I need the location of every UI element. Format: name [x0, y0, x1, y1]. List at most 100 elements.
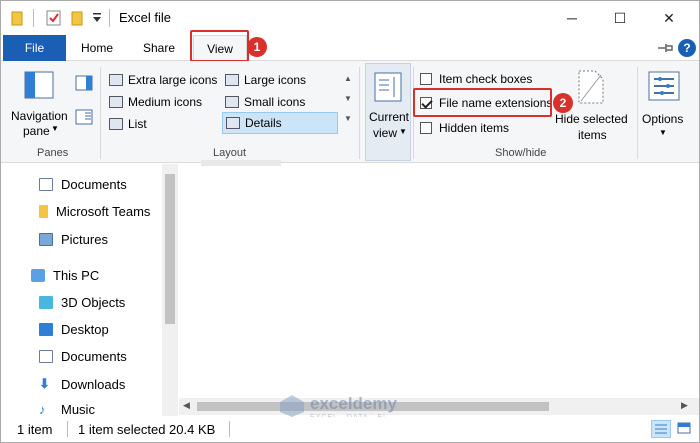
step-badge-2: 2	[553, 93, 573, 113]
hide-selected-label: Hide selected	[555, 112, 628, 126]
details-pane-icon[interactable]	[75, 109, 93, 128]
options-button[interactable]: Options ▼	[641, 65, 687, 145]
extra-large-icons-icon	[109, 74, 123, 86]
layout-item-label: Large icons	[244, 73, 307, 87]
layout-item-label: Extra large icons	[128, 73, 218, 87]
hidden-items-checkbox[interactable]	[420, 122, 432, 134]
group-separator	[100, 67, 101, 159]
nav-item-label: 3D Objects	[61, 295, 126, 310]
group-separator	[359, 67, 360, 159]
ribbon: Navigation pane ▼ Panes Extra large icon…	[1, 61, 699, 163]
layout-scroll[interactable]: ▲ ▼ ▼	[341, 69, 355, 135]
hidden-items-label: Hidden items	[439, 121, 510, 135]
new-folder-icon[interactable]	[71, 10, 83, 29]
properties-icon[interactable]	[46, 10, 62, 29]
nav-scrollbar[interactable]	[162, 164, 178, 416]
folder-icon	[11, 10, 23, 29]
title-bar: Excel file ─ ☐ ✕	[1, 1, 699, 35]
horizontal-scrollbar[interactable]: ◀ ▶	[179, 398, 699, 415]
group-label-layout: Layout	[213, 147, 247, 159]
nav-item-3d-objects[interactable]: 3D Objects	[39, 295, 125, 310]
close-button[interactable]: ✕	[646, 1, 692, 35]
nav-item-label: Music	[61, 402, 95, 417]
tab-home[interactable]: Home	[71, 35, 123, 61]
hide-selected-items-icon	[577, 69, 605, 108]
layout-large-icons[interactable]: Large icons	[225, 73, 306, 87]
chevron-down-icon: ▼	[399, 127, 407, 136]
item-check-boxes-toggle[interactable]: Item check boxes	[420, 72, 532, 86]
nav-item-label: Documents	[61, 177, 127, 192]
help-icon[interactable]: ?	[678, 39, 696, 57]
nav-item-label: Pictures	[61, 232, 108, 247]
maximize-button[interactable]: ☐	[597, 1, 643, 35]
pin-ribbon-icon[interactable]	[656, 41, 674, 58]
nav-item-documents-pc[interactable]: Documents	[39, 349, 127, 364]
hidden-items-toggle[interactable]: Hidden items	[420, 121, 509, 135]
documents-icon	[39, 178, 53, 191]
tab-share[interactable]: Share	[131, 35, 187, 61]
options-label: Options	[642, 112, 684, 126]
current-view-button[interactable]: Current view ▼	[365, 63, 411, 161]
chevron-down-icon: ▼	[51, 124, 59, 133]
scroll-right-icon[interactable]: ▶	[681, 400, 688, 411]
small-icons-icon	[225, 96, 239, 108]
status-selection: 1 item selected 20.4 KB	[78, 422, 216, 437]
chevron-up-icon[interactable]: ▲	[341, 69, 355, 89]
group-label-panes: Panes	[37, 147, 69, 159]
scroll-left-icon[interactable]: ◀	[183, 400, 190, 411]
item-check-boxes-label: Item check boxes	[439, 72, 533, 86]
ribbon-tabs: File Home Share View ?	[1, 35, 699, 61]
nav-item-label: Documents	[61, 349, 127, 364]
nav-item-microsoft-teams[interactable]: Microsoft Teams	[39, 204, 150, 219]
customize-toolbar-icon[interactable]	[92, 12, 102, 27]
separator	[33, 9, 35, 30]
navigation-pane-button[interactable]: Navigation pane ▼	[7, 65, 71, 141]
layout-details[interactable]: Details	[222, 112, 338, 134]
separator	[229, 421, 231, 440]
status-bar: 1 item 1 item selected 20.4 KB	[1, 417, 699, 442]
documents-icon	[39, 350, 53, 363]
group-label-show-hide: Show/hide	[495, 147, 547, 159]
layout-item-label: Details	[245, 116, 282, 130]
scrollbar-thumb[interactable]	[165, 174, 175, 324]
status-item-count: 1 item	[17, 422, 53, 437]
navigation-pane-label: Navigation	[11, 109, 68, 123]
tab-file[interactable]: File	[3, 35, 66, 61]
layout-item-label: Small icons	[244, 95, 306, 109]
current-view-label-2: view	[373, 126, 398, 140]
music-icon: ♪	[39, 402, 46, 417]
navigation-pane-label-2: pane	[23, 124, 50, 138]
nav-item-music[interactable]: ♪ Music	[39, 402, 95, 417]
current-view-label: Current	[369, 110, 410, 124]
watermark-name: exceldemy	[310, 394, 397, 413]
nav-item-desktop[interactable]: Desktop	[39, 322, 109, 337]
large-icons-view-icon[interactable]	[675, 420, 695, 438]
nav-item-label: Desktop	[61, 322, 109, 337]
layout-medium-icons[interactable]: Medium icons	[109, 95, 202, 109]
folder-icon	[39, 205, 48, 218]
minimize-button[interactable]: ─	[549, 1, 595, 35]
navigation-pane: Documents Microsoft Teams Pictures This …	[1, 164, 178, 417]
layout-list[interactable]: List	[109, 117, 147, 131]
file-list-area[interactable]	[179, 160, 699, 416]
chevron-down-icon[interactable]: ▼	[341, 89, 355, 109]
layout-extra-large-icons[interactable]: Extra large icons	[109, 73, 217, 87]
nav-item-documents[interactable]: Documents	[39, 177, 127, 192]
nav-item-downloads[interactable]: ⬇ Downloads	[39, 376, 125, 392]
item-check-boxes-checkbox[interactable]	[420, 73, 432, 85]
expand-icon[interactable]: ▼	[341, 109, 355, 129]
layout-item-label: List	[128, 117, 147, 131]
3d-objects-icon	[39, 296, 53, 309]
nav-item-label: This PC	[53, 268, 100, 283]
separator	[109, 9, 111, 30]
highlight-file-name-extensions	[413, 88, 552, 117]
step-badge-1: 1	[247, 37, 267, 57]
layout-small-icons[interactable]: Small icons	[225, 95, 305, 109]
nav-item-this-pc[interactable]: This PC	[31, 268, 99, 283]
details-view-icon[interactable]	[651, 420, 671, 438]
preview-pane-icon[interactable]	[75, 75, 93, 94]
nav-item-pictures[interactable]: Pictures	[39, 232, 108, 247]
desktop-icon	[39, 323, 53, 336]
nav-item-label: Microsoft Teams	[56, 204, 151, 219]
downloads-icon: ⬇	[39, 376, 50, 391]
